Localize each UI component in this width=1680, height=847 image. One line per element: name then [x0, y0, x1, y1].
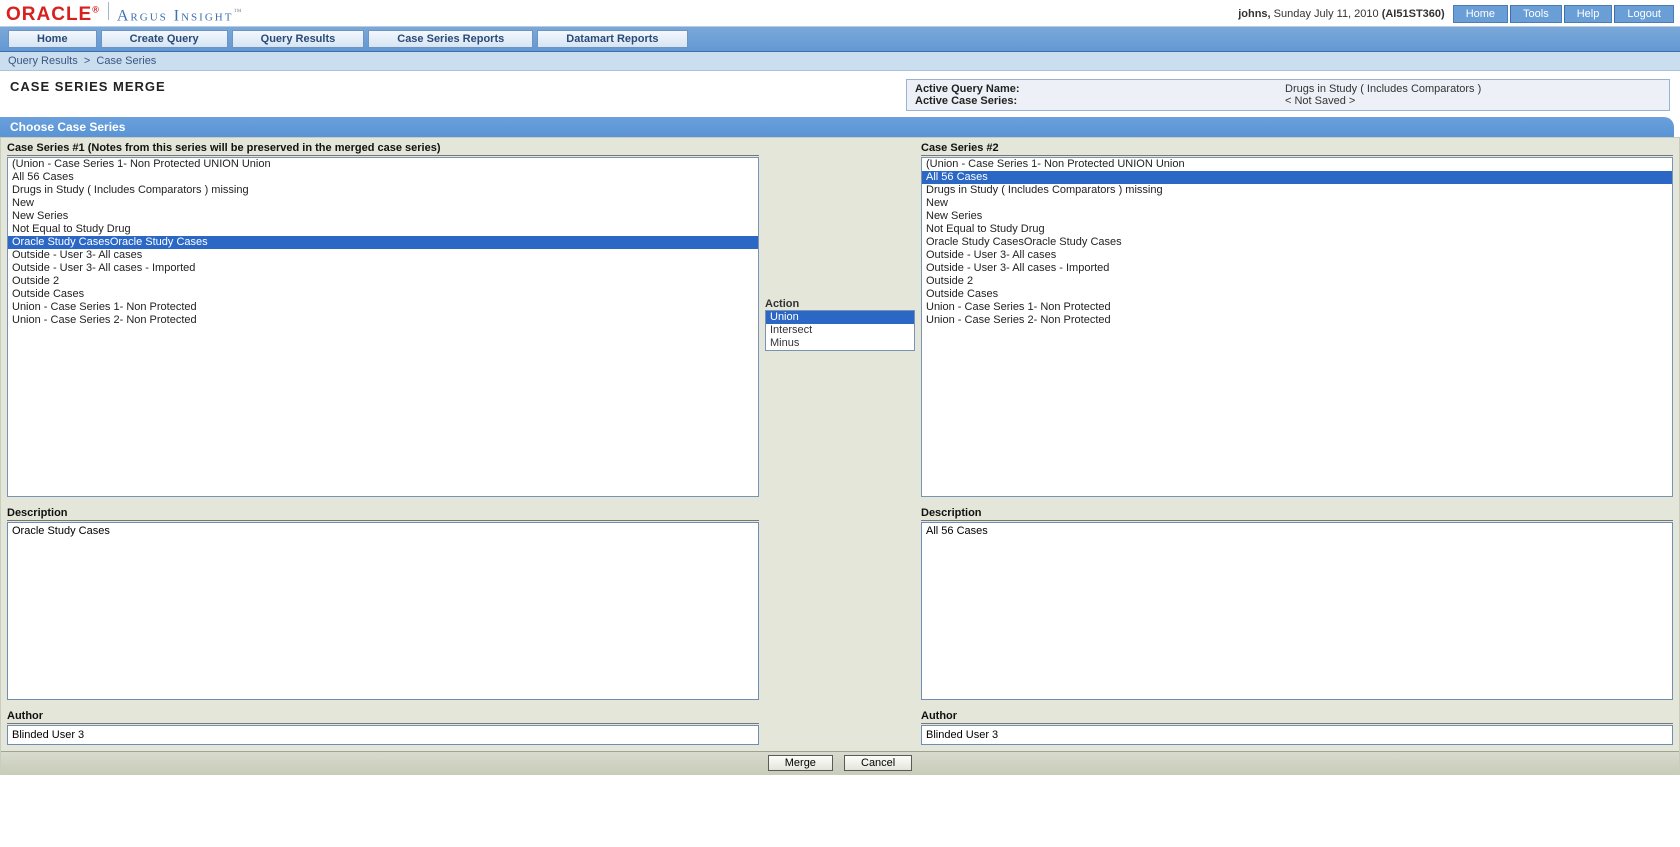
list-item[interactable]: Outside Cases: [8, 288, 758, 301]
footer-bar: Merge Cancel: [1, 751, 1679, 774]
action-listbox[interactable]: UnionIntersectMinus: [765, 310, 915, 351]
list-item[interactable]: Not Equal to Study Drug: [8, 223, 758, 236]
list-item[interactable]: Not Equal to Study Drug: [922, 223, 1672, 236]
page-title: CASE SERIES MERGE: [10, 79, 166, 94]
left-list-title: Case Series #1 (Notes from this series w…: [7, 142, 759, 156]
left-description-input[interactable]: [7, 522, 759, 700]
list-item[interactable]: Minus: [766, 337, 914, 350]
list-item[interactable]: New Series: [922, 210, 1672, 223]
top-link-logout[interactable]: Logout: [1614, 5, 1674, 23]
breadcrumb-case-series[interactable]: Case Series: [96, 55, 156, 67]
logo-divider: [108, 2, 109, 20]
top-links: Home Tools Help Logout: [1453, 5, 1674, 23]
list-item[interactable]: New Series: [8, 210, 758, 223]
right-column: Case Series #2 (Union - Case Series 1- N…: [915, 138, 1679, 745]
menu-query-results[interactable]: Query Results: [232, 30, 365, 48]
list-item[interactable]: Outside 2: [8, 275, 758, 288]
list-item[interactable]: (Union - Case Series 1- Non Protected UN…: [922, 158, 1672, 171]
list-item[interactable]: Union - Case Series 1- Non Protected: [8, 301, 758, 314]
info-val-query-name: Drugs in Study ( Includes Comparators ): [1285, 83, 1481, 95]
work-area: Case Series #1 (Notes from this series w…: [0, 137, 1680, 775]
oracle-logo: ORACLE®: [6, 4, 100, 26]
cancel-button[interactable]: Cancel: [844, 755, 912, 771]
product-name: Argus Insight™: [117, 7, 241, 25]
right-author-label: Author: [921, 710, 1673, 724]
info-label-case-series: Active Case Series:: [915, 95, 1285, 107]
breadcrumb: Query Results > Case Series: [0, 52, 1680, 71]
breadcrumb-query-results[interactable]: Query Results: [8, 55, 78, 67]
left-desc-label: Description: [7, 507, 759, 521]
list-item[interactable]: All 56 Cases: [922, 171, 1672, 184]
menu-datamart-reports[interactable]: Datamart Reports: [537, 30, 687, 48]
list-item[interactable]: New: [8, 197, 758, 210]
right-author-input[interactable]: [921, 725, 1673, 745]
list-item[interactable]: New: [922, 197, 1672, 210]
list-item[interactable]: Outside Cases: [922, 288, 1672, 301]
top-link-tools[interactable]: Tools: [1510, 5, 1562, 23]
list-item[interactable]: Union - Case Series 2- Non Protected: [922, 314, 1672, 327]
menu-home[interactable]: Home: [8, 30, 97, 48]
merge-button[interactable]: Merge: [768, 755, 833, 771]
header-right: johns, Sunday July 11, 2010 (AI51ST360) …: [1238, 5, 1674, 23]
list-item[interactable]: Drugs in Study ( Includes Comparators ) …: [922, 184, 1672, 197]
list-item[interactable]: Outside - User 3- All cases: [8, 249, 758, 262]
action-column: Action UnionIntersectMinus: [765, 138, 915, 745]
list-item[interactable]: Outside - User 3- All cases - Imported: [922, 262, 1672, 275]
menu-case-series-reports[interactable]: Case Series Reports: [368, 30, 533, 48]
left-author-input[interactable]: [7, 725, 759, 745]
menu-create-query[interactable]: Create Query: [101, 30, 228, 48]
breadcrumb-sep: >: [84, 55, 90, 67]
case-series-1-listbox[interactable]: (Union - Case Series 1- Non Protected UN…: [7, 157, 759, 497]
top-link-home[interactable]: Home: [1453, 5, 1508, 23]
list-item[interactable]: Outside - User 3- All cases - Imported: [8, 262, 758, 275]
info-label-query-name: Active Query Name:: [915, 83, 1285, 95]
user-info: johns, Sunday July 11, 2010 (AI51ST360): [1238, 8, 1444, 20]
list-item[interactable]: Oracle Study CasesOracle Study Cases: [922, 236, 1672, 249]
info-val-case-series: < Not Saved >: [1285, 95, 1355, 107]
left-column: Case Series #1 (Notes from this series w…: [1, 138, 765, 745]
list-item[interactable]: Drugs in Study ( Includes Comparators ) …: [8, 184, 758, 197]
list-item[interactable]: Union - Case Series 2- Non Protected: [8, 314, 758, 327]
list-item[interactable]: Union: [766, 311, 914, 324]
list-item[interactable]: Oracle Study CasesOracle Study Cases: [8, 236, 758, 249]
section-header: Choose Case Series: [0, 117, 1674, 137]
logo-block: ORACLE® Argus Insight™: [6, 2, 241, 26]
app-header: ORACLE® Argus Insight™ johns, Sunday Jul…: [0, 0, 1680, 27]
action-title: Action: [765, 298, 915, 310]
list-item[interactable]: Union - Case Series 1- Non Protected: [922, 301, 1672, 314]
list-item[interactable]: (Union - Case Series 1- Non Protected UN…: [8, 158, 758, 171]
list-item[interactable]: All 56 Cases: [8, 171, 758, 184]
page-title-row: CASE SERIES MERGE Active Query Name: Dru…: [0, 71, 1680, 117]
right-description-input[interactable]: [921, 522, 1673, 700]
left-author-label: Author: [7, 710, 759, 724]
top-link-help[interactable]: Help: [1564, 5, 1613, 23]
case-series-2-listbox[interactable]: (Union - Case Series 1- Non Protected UN…: [921, 157, 1673, 497]
list-item[interactable]: Intersect: [766, 324, 914, 337]
right-list-title: Case Series #2: [921, 142, 1673, 156]
right-desc-label: Description: [921, 507, 1673, 521]
menu-bar: Home Create Query Query Results Case Ser…: [0, 27, 1680, 52]
list-item[interactable]: Outside 2: [922, 275, 1672, 288]
info-box: Active Query Name: Drugs in Study ( Incl…: [906, 79, 1670, 111]
list-item[interactable]: Outside - User 3- All cases: [922, 249, 1672, 262]
